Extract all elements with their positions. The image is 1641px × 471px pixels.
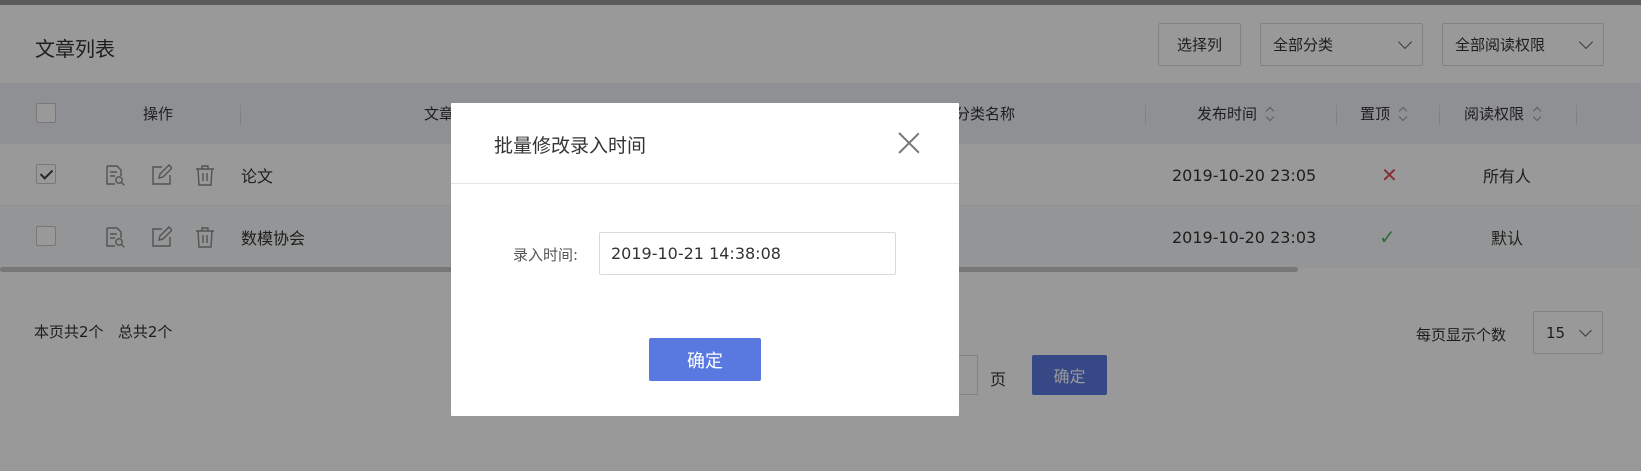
dialog-title: 批量修改录入时间: [494, 135, 647, 157]
confirm-button[interactable]: 确定: [649, 338, 761, 381]
entry-time-input[interactable]: [599, 232, 896, 275]
entry-time-label: 录入时间:: [513, 246, 579, 264]
batch-edit-time-dialog: 批量修改录入时间 录入时间: 确定: [451, 103, 959, 416]
dialog-divider: [451, 183, 959, 184]
close-icon[interactable]: [897, 131, 921, 155]
